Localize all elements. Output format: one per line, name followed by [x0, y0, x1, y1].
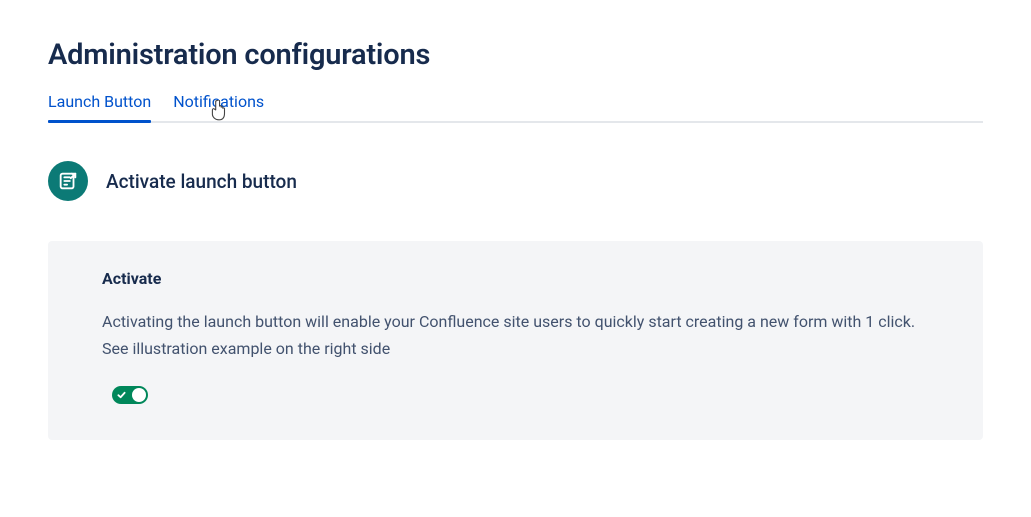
page-title: Administration configurations: [48, 38, 983, 72]
tabs: Launch Button Notifications: [48, 92, 983, 123]
toggle-knob: [132, 388, 146, 402]
card-title: Activate: [102, 269, 933, 288]
tab-launch-button[interactable]: Launch Button: [48, 92, 151, 121]
tab-notifications[interactable]: Notifications: [173, 92, 264, 121]
form-launch-icon: [48, 161, 88, 201]
card-body-text: Activating the launch button will enable…: [102, 308, 933, 362]
section-title: Activate launch button: [106, 170, 297, 193]
activate-toggle[interactable]: [112, 386, 148, 404]
activate-card: Activate Activating the launch button wi…: [48, 241, 983, 440]
checkmark-icon: [117, 391, 126, 400]
section-header: Activate launch button: [48, 161, 983, 201]
